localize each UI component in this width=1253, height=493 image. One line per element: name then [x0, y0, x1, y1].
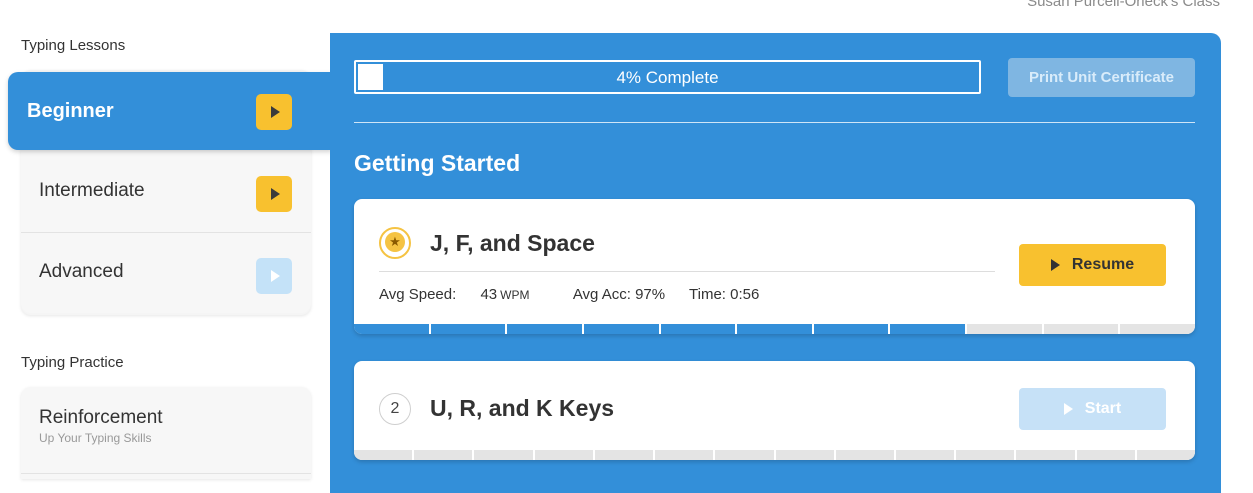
sidebar-item-label: Intermediate: [39, 180, 145, 201]
sidebar-item-label: Advanced: [39, 261, 124, 282]
sidebar-item-label: Beginner: [27, 100, 114, 122]
unit-title: Getting Started: [354, 150, 521, 176]
lesson-progress-segments: [354, 450, 1195, 460]
time-stat: Time: 0:56: [689, 286, 760, 303]
progress-segment: [1120, 324, 1195, 334]
progress-segment: [414, 450, 473, 460]
progress-segment: [354, 324, 429, 334]
star-icon: ★: [379, 227, 411, 259]
progress-segment: [956, 450, 1015, 460]
lesson-number-badge: 2: [379, 393, 411, 425]
play-icon: [1050, 259, 1060, 271]
typing-lessons-heading: Typing Lessons: [21, 37, 126, 54]
resume-button[interactable]: Resume: [1019, 244, 1166, 286]
progress-segment: [594, 450, 654, 460]
sidebar-item-advanced[interactable]: Advanced: [21, 233, 311, 313]
play-icon: [1063, 403, 1073, 415]
progress-segment: [474, 450, 533, 460]
sidebar-item-intermediate[interactable]: Intermediate: [21, 152, 311, 232]
progress-segment: [660, 324, 736, 334]
sidebar-item-label: Reinforcement: [39, 407, 163, 428]
progress-label: 4% Complete: [616, 68, 719, 87]
card-divider: [379, 271, 995, 272]
progress-segment: [737, 324, 812, 334]
class-name: Susan Purcell-Orleck's Class: [1027, 0, 1220, 10]
play-icon[interactable]: [256, 94, 292, 130]
avg-accuracy-stat: Avg Acc: 97%: [572, 286, 666, 303]
progress-segment: [354, 450, 413, 460]
progress-segment: [655, 450, 714, 460]
sidebar-item-reinforcement[interactable]: Reinforcement Up Your Typing Skills: [21, 387, 311, 479]
lesson-progress-segments: [354, 324, 1195, 334]
lesson-title: U, R, and K Keys: [430, 395, 615, 421]
progress-segment: [967, 324, 1042, 334]
progress-segment: [534, 450, 593, 460]
play-icon[interactable]: [256, 258, 292, 294]
lesson-title: J, F, and Space: [430, 230, 595, 256]
unit-panel: 4% Complete Print Unit Certificate Getti…: [330, 33, 1221, 493]
progress-segment: [715, 450, 774, 460]
typing-practice-heading: Typing Practice: [21, 354, 124, 371]
progress-segment: [835, 450, 894, 460]
unit-progress-bar: 4% Complete: [354, 60, 981, 94]
lesson-card[interactable]: ★ J, F, and Space Avg Speed: 43 WPM Avg A…: [354, 199, 1195, 334]
progress-segment: [890, 324, 966, 334]
progress-segment: [507, 324, 582, 334]
progress-segment: [775, 450, 834, 460]
progress-segment: [583, 324, 659, 334]
avg-speed-stat: Avg Speed: 43 WPM: [379, 286, 530, 303]
progress-segment: [430, 324, 506, 334]
progress-segment: [1043, 324, 1119, 334]
print-certificate-button[interactable]: Print Unit Certificate: [1008, 58, 1195, 97]
panel-divider: [354, 122, 1195, 123]
lesson-card[interactable]: 2 U, R, and K Keys Start: [354, 361, 1195, 460]
progress-segment: [1016, 450, 1075, 460]
sidebar-item-sublabel: Up Your Typing Skills: [39, 431, 152, 445]
progress-segment: [813, 324, 889, 334]
play-icon[interactable]: [256, 176, 292, 212]
lesson-stats: Avg Speed: 43 WPM Avg Acc: 97% Time: 0:56: [379, 286, 779, 303]
progress-segment: [1076, 450, 1135, 460]
sidebar-divider: [21, 473, 311, 474]
sidebar-item-beginner[interactable]: Beginner: [8, 72, 332, 150]
progress-segment: [895, 450, 955, 460]
progress-segment: [1136, 450, 1195, 460]
start-button[interactable]: Start: [1019, 388, 1166, 430]
